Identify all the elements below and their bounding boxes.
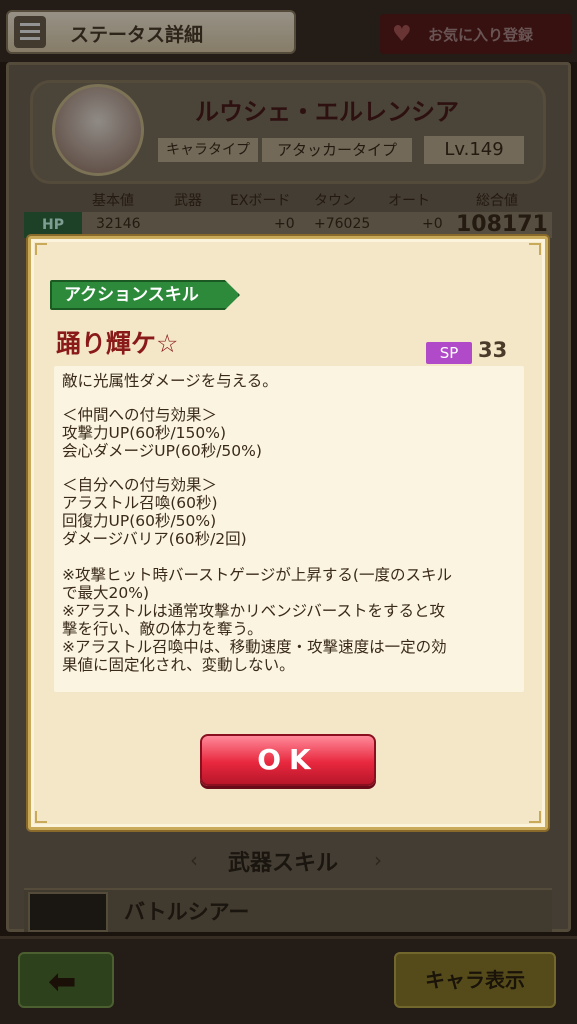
description-line: ※攻撃ヒット時バーストゲージが上昇する(一度のスキル bbox=[62, 566, 452, 584]
sp-badge: SP bbox=[426, 342, 472, 364]
description-line: 撃を行い、敵の体力を奪う。 bbox=[62, 620, 263, 638]
skill-type-tag: アクションスキル bbox=[50, 280, 240, 310]
description-line: ＜仲間への付与効果＞ bbox=[62, 406, 218, 424]
app-root: ステータス詳細 ♥ お気に入り登録 ルウシェ・エルレンシア キャラタイプ アタッ… bbox=[0, 0, 577, 1024]
description-line: ※アラストル召喚中は、移動速度・攻撃速度は一定の効 bbox=[62, 638, 447, 656]
description-line: 会心ダメージUP(60秒/50%) bbox=[62, 442, 262, 460]
description-line: 回復力UP(60秒/50%) bbox=[62, 512, 217, 530]
description-line: ダメージバリア(60秒/2回) bbox=[62, 530, 247, 548]
description-line: 敵に光属性ダメージを与える。 bbox=[62, 372, 278, 390]
description-line: 攻撃力UP(60秒/150%) bbox=[62, 424, 227, 442]
skill-name: 踊り輝ケ☆ bbox=[56, 329, 179, 358]
description-line: ※アラストルは通常攻撃かリベンジバーストをすると攻 bbox=[62, 602, 445, 620]
corner-ornament bbox=[529, 811, 541, 823]
description-line: ＜自分への付与効果＞ bbox=[62, 476, 218, 494]
corner-ornament bbox=[35, 811, 47, 823]
corner-ornament bbox=[35, 243, 47, 255]
description-line: 果値に固定化され、変動しない。 bbox=[62, 656, 295, 674]
sp-value: 33 bbox=[478, 338, 508, 362]
corner-ornament bbox=[529, 243, 541, 255]
description-line: で最大20%) bbox=[62, 584, 149, 602]
ok-button[interactable]: OK bbox=[200, 734, 376, 786]
description-line: アラストル召喚(60秒) bbox=[62, 494, 218, 512]
